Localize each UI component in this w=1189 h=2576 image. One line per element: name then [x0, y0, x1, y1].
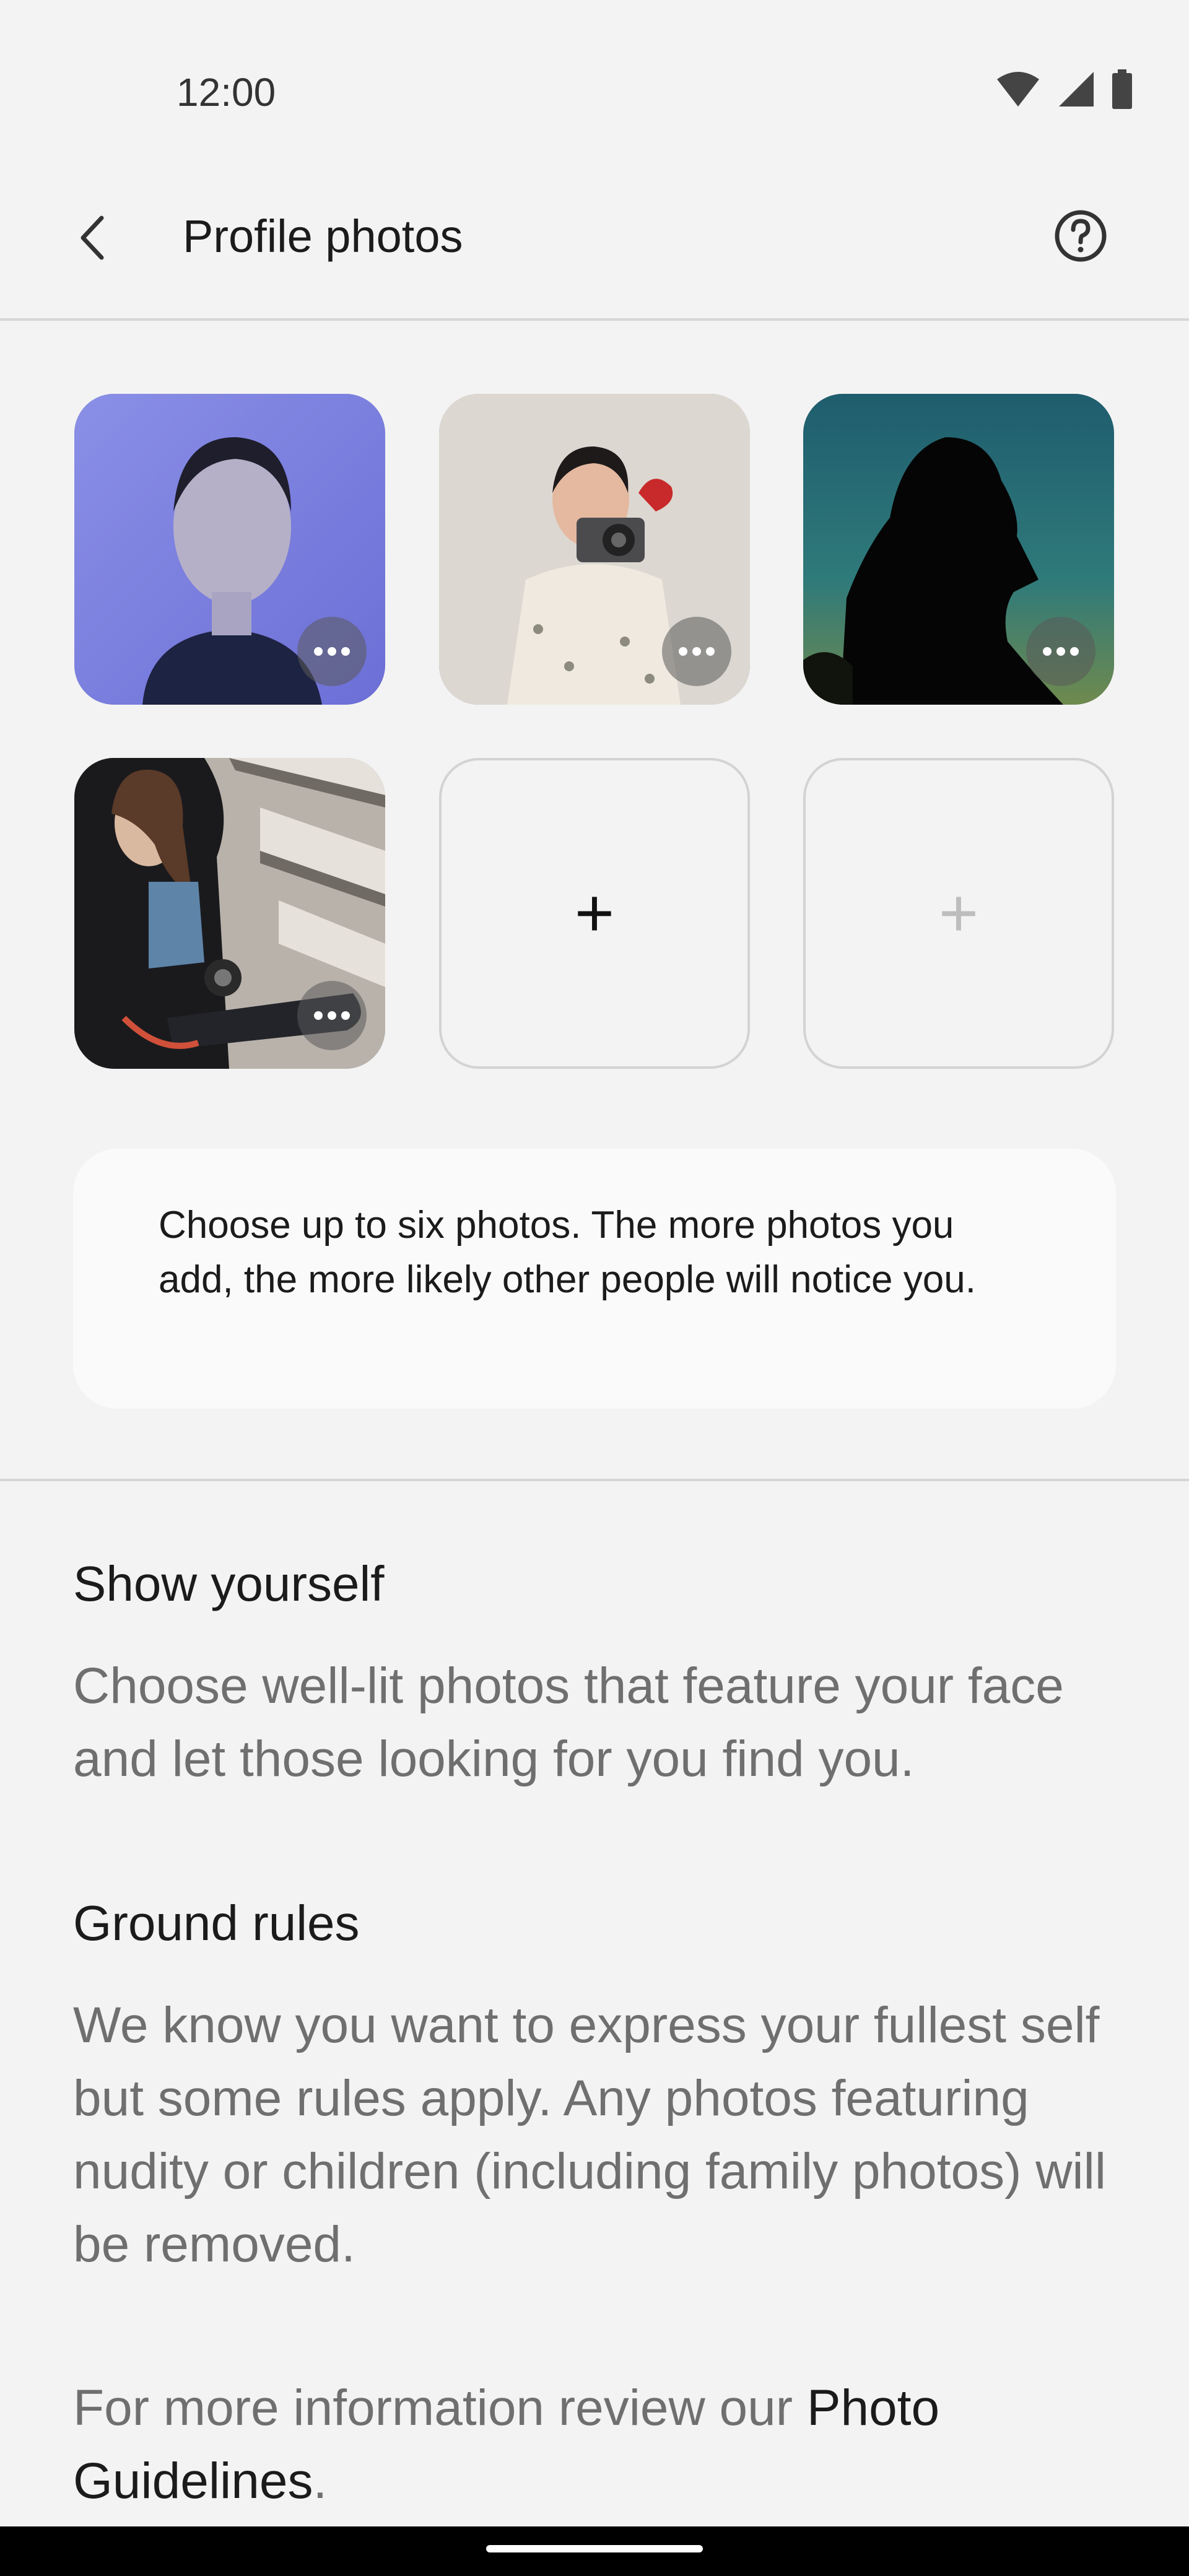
dot — [328, 1011, 336, 1020]
status-time: 12:00 — [176, 70, 276, 115]
battery-icon — [1112, 69, 1132, 109]
dot — [341, 1011, 350, 1020]
photo-options-button[interactable] — [297, 981, 367, 1050]
dot — [314, 647, 323, 656]
photo-tile-1[interactable] — [74, 394, 385, 705]
chevron-left-icon — [81, 215, 104, 260]
section-heading-show-yourself: Show yourself — [73, 1556, 385, 1611]
section-body-show-yourself: Choose well-lit photos that feature your… — [73, 1658, 1064, 1787]
dot — [341, 647, 350, 656]
signal-icon — [1059, 72, 1094, 107]
status-icons — [996, 69, 1133, 109]
photo-tile-4[interactable] — [74, 758, 385, 1069]
photo-options-button[interactable] — [297, 617, 367, 686]
photo-tile-2[interactable] — [439, 394, 750, 705]
dot — [706, 647, 715, 656]
photo-options-button[interactable] — [1026, 617, 1095, 686]
info-text: Choose up to six photos. The more photos… — [159, 1204, 976, 1301]
dot — [692, 647, 701, 656]
info-card: Choose up to six photos. The more photos… — [73, 1149, 1116, 1409]
page-title: Profile photos — [183, 211, 463, 262]
back-button[interactable] — [62, 207, 124, 269]
app-bar: Profile photos — [0, 180, 1189, 321]
add-photo-button[interactable]: + — [439, 758, 750, 1069]
navigation-bar — [0, 2526, 1189, 2576]
divider — [0, 1479, 1189, 1481]
wifi-icon — [997, 72, 1039, 107]
footer-suffix: . — [313, 2453, 328, 2509]
dot — [314, 1011, 323, 1020]
dot — [1043, 647, 1052, 656]
plus-icon: + — [574, 875, 615, 951]
home-handle[interactable] — [486, 2545, 703, 2552]
dot — [679, 647, 687, 656]
section-heading-ground-rules: Ground rules — [73, 1895, 360, 1951]
footer-prefix: For more information review our — [73, 2380, 807, 2436]
status-bar: 12:00 — [0, 0, 1189, 180]
help-button[interactable] — [1047, 202, 1115, 270]
plus-icon: + — [938, 875, 979, 951]
dot — [328, 647, 336, 656]
section-body-ground-rules: We know you want to express your fullest… — [73, 1997, 1107, 2273]
dot — [1070, 647, 1079, 656]
add-photo-button-disabled[interactable]: + — [803, 758, 1114, 1069]
photo-tile-3[interactable] — [803, 394, 1114, 705]
help-circle-icon — [1055, 210, 1107, 262]
photo-options-button[interactable] — [662, 617, 731, 686]
footer-text: For more information review our Photo Gu… — [73, 2372, 1138, 2518]
dot — [1056, 647, 1065, 656]
